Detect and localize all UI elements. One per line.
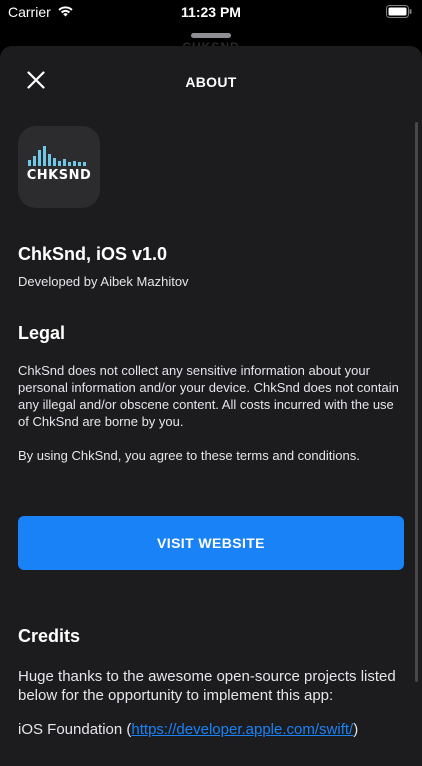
nav-bar: ABOUT bbox=[0, 46, 422, 118]
legal-heading: Legal bbox=[18, 323, 66, 343]
visit-website-button[interactable]: VISIT WEBSITE bbox=[18, 516, 404, 570]
app-icon: CHKSND bbox=[18, 126, 100, 208]
app-name-version: ChkSnd, iOS v1.0 bbox=[18, 244, 168, 264]
credit-item-name: iOS Foundation ( bbox=[18, 721, 132, 738]
credit-item-suffix: ) bbox=[353, 721, 359, 738]
scroll-indicator[interactable] bbox=[415, 122, 418, 682]
developer-credit: Developed by Aibek Mazhitov bbox=[18, 274, 189, 289]
credit-item-link[interactable]: https://developer.apple.com/swift/ bbox=[131, 721, 353, 738]
status-time: 11:23 PM bbox=[181, 4, 241, 20]
terms-agreement-text: By using ChkSnd, you agree to these term… bbox=[18, 448, 360, 463]
sheet-grabber[interactable] bbox=[191, 33, 231, 38]
credits-heading: Credits bbox=[18, 626, 81, 646]
status-bar: Carrier 11:23 PM bbox=[0, 0, 422, 26]
credits-intro: Huge thanks to the awesome open-source p… bbox=[18, 668, 396, 704]
legal-paragraph: ChkSnd does not collect any sensitive in… bbox=[18, 363, 399, 429]
page-title: ABOUT bbox=[185, 74, 237, 90]
about-sheet: ABOUT CHKSND ChkSnd, iOS v1.0 Developed … bbox=[0, 46, 422, 766]
app-icon-wordmark: CHKSND bbox=[26, 168, 92, 183]
credit-item: iOS Foundation (https://developer.apple.… bbox=[18, 720, 404, 739]
battery-icon bbox=[386, 5, 412, 21]
about-content: CHKSND ChkSnd, iOS v1.0 Developed by Aib… bbox=[18, 126, 404, 739]
